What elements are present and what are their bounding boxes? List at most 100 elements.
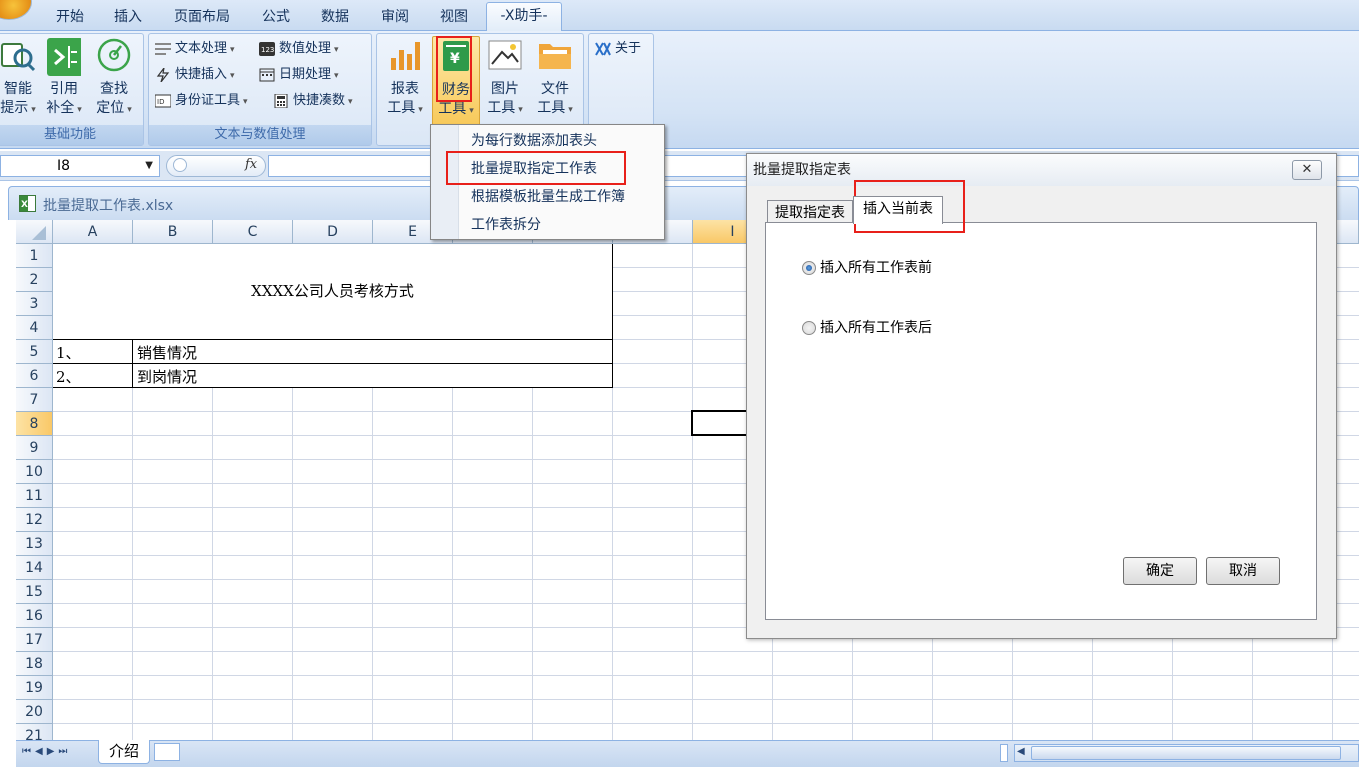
office-button[interactable] <box>0 0 32 20</box>
tab-data[interactable]: 数据 <box>317 6 353 28</box>
file-tool-line1: 文件 <box>541 81 569 97</box>
row-header-17[interactable]: 17 <box>16 628 53 652</box>
id-card-icon: ID <box>154 94 172 108</box>
tab-page-layout[interactable]: 页面布局 <box>170 6 234 28</box>
row-header-21[interactable]: 21 <box>16 724 53 740</box>
finance-tool-button[interactable]: ¥ 财务 工具 ▾ <box>432 36 480 126</box>
scrollbar-thumb[interactable] <box>1031 746 1341 760</box>
tab-formulas[interactable]: 公式 <box>258 6 294 28</box>
row-header-5[interactable]: 5 <box>16 340 53 364</box>
sheet-nav-icon[interactable]: ⏮◀▶⏭ <box>22 746 71 757</box>
row-header-20[interactable]: 20 <box>16 700 53 724</box>
cell-a5[interactable]: 1、 <box>53 339 133 364</box>
row-header-7[interactable]: 7 <box>16 388 53 412</box>
row-header-9[interactable]: 9 <box>16 436 53 460</box>
row-header-18[interactable]: 18 <box>16 652 53 676</box>
smart-hint-button[interactable]: 智能 提示 ▾ <box>0 38 39 120</box>
column-header-c[interactable]: C <box>213 220 293 244</box>
sheet-tab-bar: ⏮◀▶⏭ 介绍 ◀ <box>16 740 1359 767</box>
cell-b5[interactable]: 销售情况 <box>132 339 613 364</box>
find-locate-button[interactable]: 查找 定位 ▾ <box>93 38 135 120</box>
x-logo-icon <box>595 41 611 56</box>
svg-text:123: 123 <box>261 46 274 54</box>
radio-insert-after[interactable] <box>802 321 816 335</box>
radio-insert-before[interactable] <box>802 261 816 275</box>
cell-a6[interactable]: 2、 <box>53 363 133 388</box>
column-header-a[interactable]: A <box>53 220 133 244</box>
menu-add-row-header[interactable]: 为每行数据添加表头 <box>471 128 597 154</box>
svg-text:¥: ¥ <box>450 51 460 67</box>
row-header-10[interactable]: 10 <box>16 460 53 484</box>
menu-batch-generate-workbooks[interactable]: 根据模板批量生成工作簿 <box>471 184 625 210</box>
option-insert-before-label[interactable]: 插入所有工作表前 <box>820 257 932 277</box>
select-all-corner[interactable] <box>16 220 53 244</box>
report-tool-button[interactable]: 报表 工具 ▾ <box>381 38 429 120</box>
report-tool-line2: 工具 <box>387 100 416 116</box>
title-merged-cell[interactable]: XXXX公司人员考核方式 <box>53 244 613 340</box>
123-icon: 123 <box>259 41 275 56</box>
group-basic-title: 基础功能 <box>0 125 143 145</box>
image-tool-button[interactable]: 图片 工具 ▾ <box>481 38 529 120</box>
column-header-b[interactable]: B <box>133 220 213 244</box>
row-header-1[interactable]: 1 <box>16 244 53 268</box>
expand-icon[interactable] <box>173 158 187 172</box>
target-icon <box>97 38 131 72</box>
close-icon[interactable]: ✕ <box>1292 160 1322 180</box>
insert-sheet-icon[interactable] <box>154 743 180 761</box>
text-process-button[interactable]: 文本处理 ▾ <box>155 38 235 60</box>
smart-hint-line2: 提示 <box>0 100 29 116</box>
tab-insert[interactable]: 插入 <box>110 6 146 28</box>
row-header-6[interactable]: 6 <box>16 364 53 388</box>
row-header-16[interactable]: 16 <box>16 604 53 628</box>
tab-x-helper[interactable]: -X助手- <box>486 2 562 32</box>
magnifier-icon <box>1 38 36 72</box>
group-text-number: 文本处理 ▾ 123 数值处理 ▾ 快捷插入 ▾ 日期处理 ▾ ID 身份证工具 ▾ 快捷凑数… <box>148 33 372 146</box>
quick-insert-button[interactable]: 快捷插入 ▾ <box>155 64 235 86</box>
sheet-tab-intro[interactable]: 介绍 <box>98 740 150 764</box>
date-process-button[interactable]: 日期处理 ▾ <box>259 64 339 86</box>
tab-extract-specified[interactable]: 提取指定表 <box>767 200 853 224</box>
find-locate-line1: 查找 <box>100 81 128 97</box>
finance-tool-dropdown: 为每行数据添加表头 批量提取指定工作表 根据模板批量生成工作簿 工作表拆分 <box>430 124 665 240</box>
name-box[interactable]: I8 ▼ <box>0 155 160 177</box>
about-button[interactable]: 关于 <box>595 38 641 60</box>
quick-sum-button[interactable]: 快捷凑数 ▾ <box>273 90 353 112</box>
row-header-19[interactable]: 19 <box>16 676 53 700</box>
row-header-13[interactable]: 13 <box>16 532 53 556</box>
row-header-2[interactable]: 2 <box>16 268 53 292</box>
tab-view[interactable]: 视图 <box>436 6 472 28</box>
image-icon <box>488 38 522 72</box>
calendar-icon <box>259 68 275 82</box>
column-header-d[interactable]: D <box>293 220 373 244</box>
file-tool-button[interactable]: 文件 工具 ▾ <box>531 38 579 120</box>
fx-icon[interactable]: fx <box>245 157 257 172</box>
ref-complete-button[interactable]: 引用 补全 ▾ <box>43 38 85 120</box>
horizontal-scrollbar[interactable]: ◀ <box>1014 744 1359 762</box>
row-header-4[interactable]: 4 <box>16 316 53 340</box>
ok-button[interactable]: 确定 <box>1123 557 1197 585</box>
cancel-button[interactable]: 取消 <box>1206 557 1280 585</box>
menu-split-worksheet[interactable]: 工作表拆分 <box>471 212 541 238</box>
menu-batch-extract-sheets[interactable]: 批量提取指定工作表 <box>471 156 597 182</box>
option-insert-after-label[interactable]: 插入所有工作表后 <box>820 317 932 337</box>
tab-home[interactable]: 开始 <box>52 6 88 28</box>
tab-split-handle[interactable] <box>1000 744 1008 762</box>
dialog-tab-panel: 插入所有工作表前 插入所有工作表后 确定 取消 <box>765 222 1317 620</box>
number-process-button[interactable]: 123 数值处理 ▾ <box>259 38 339 60</box>
workbook-title: 批量提取工作表.xlsx <box>43 198 174 214</box>
id-card-tool-button[interactable]: ID 身份证工具 ▾ <box>154 90 248 112</box>
scroll-left-icon[interactable]: ◀ <box>1017 746 1025 757</box>
row-header-12[interactable]: 12 <box>16 508 53 532</box>
tab-review[interactable]: 审阅 <box>377 6 413 28</box>
tab-insert-current[interactable]: 插入当前表 <box>853 196 943 224</box>
cell-b6[interactable]: 到岗情况 <box>132 363 613 388</box>
row-header-15[interactable]: 15 <box>16 580 53 604</box>
ref-complete-line1: 引用 <box>50 81 78 97</box>
row-header-3[interactable]: 3 <box>16 292 53 316</box>
name-box-dropdown-icon[interactable]: ▼ <box>145 156 153 176</box>
row-header-8[interactable]: 8 <box>16 412 53 436</box>
finance-tool-line1: 财务 <box>442 82 470 98</box>
row-header-14[interactable]: 14 <box>16 556 53 580</box>
row-header-11[interactable]: 11 <box>16 484 53 508</box>
ribbon: 智能 提示 ▾ 引用 补全 ▾ 查找 定位 ▾ 基础功能 文本处理 ▾ 123 数值处理 ▾… <box>0 31 1359 149</box>
